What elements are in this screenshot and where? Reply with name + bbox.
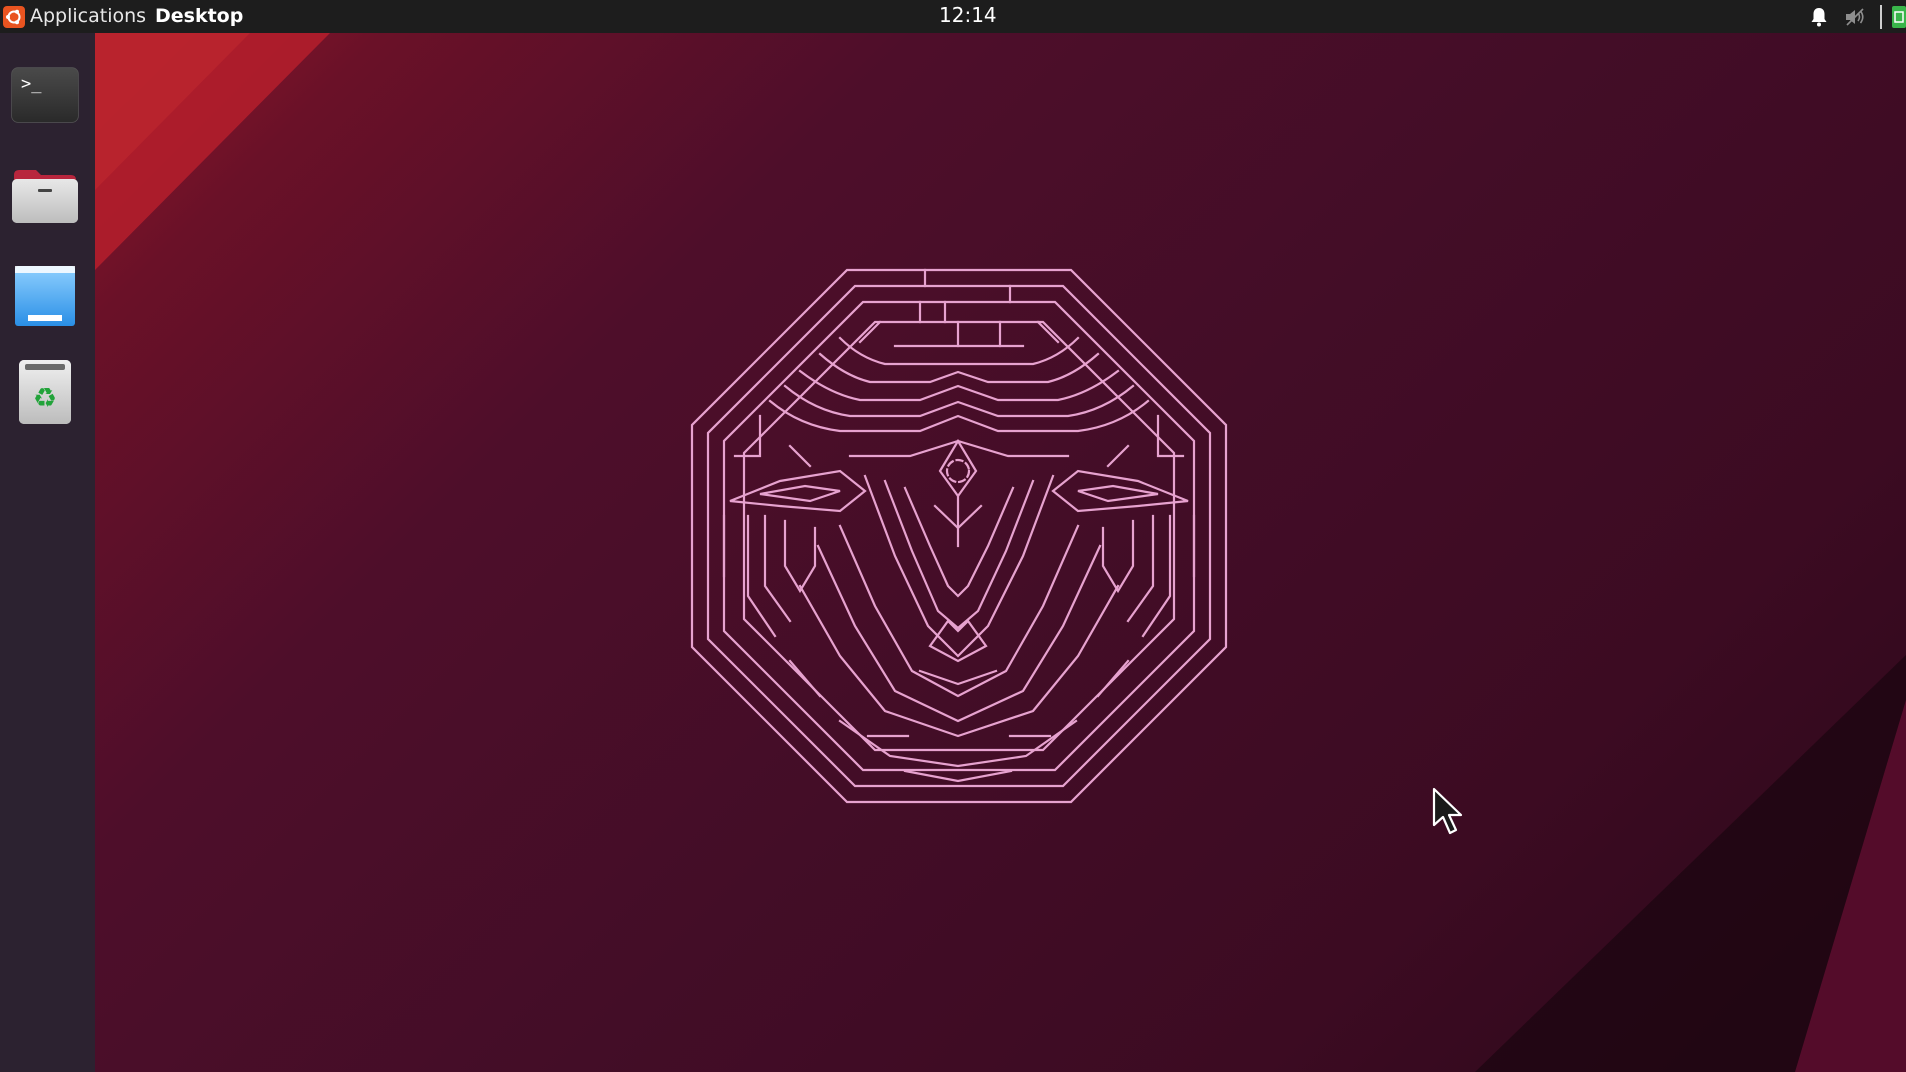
dock-item-window[interactable]: [10, 263, 80, 329]
top-panel: Applications Desktop 12:14: [0, 0, 1906, 33]
dock-item-files[interactable]: [10, 161, 80, 227]
svg-text:♻: ♻: [33, 383, 57, 414]
applications-menu-label: Applications: [30, 5, 147, 27]
bell-icon[interactable]: [1808, 6, 1830, 28]
terminal-icon: >_: [11, 67, 79, 123]
battery-icon[interactable]: [1892, 5, 1906, 28]
system-tray: [1808, 0, 1906, 33]
dock: >_ ♻: [0, 33, 95, 1072]
window-icon: [15, 266, 75, 326]
desktop-screen: Applications Desktop 12:14 >_ ♻: [0, 0, 1906, 1072]
tray-separator: [1880, 4, 1882, 29]
ubuntu-logo-icon: [3, 5, 25, 28]
mouse-cursor-icon: [1432, 787, 1463, 835]
active-window-title: Desktop: [155, 5, 244, 27]
clock[interactable]: 12:14: [939, 0, 997, 30]
applications-menu[interactable]: Applications: [0, 0, 146, 33]
svg-text:>_: >_: [21, 74, 42, 94]
volume-muted-icon[interactable]: [1844, 6, 1866, 28]
dock-item-trash[interactable]: ♻: [10, 358, 80, 424]
folder-icon: [12, 170, 78, 223]
mascot-emblem: [690, 268, 1228, 804]
trash-icon: ♻: [19, 360, 71, 424]
dock-item-terminal[interactable]: >_: [10, 64, 80, 130]
